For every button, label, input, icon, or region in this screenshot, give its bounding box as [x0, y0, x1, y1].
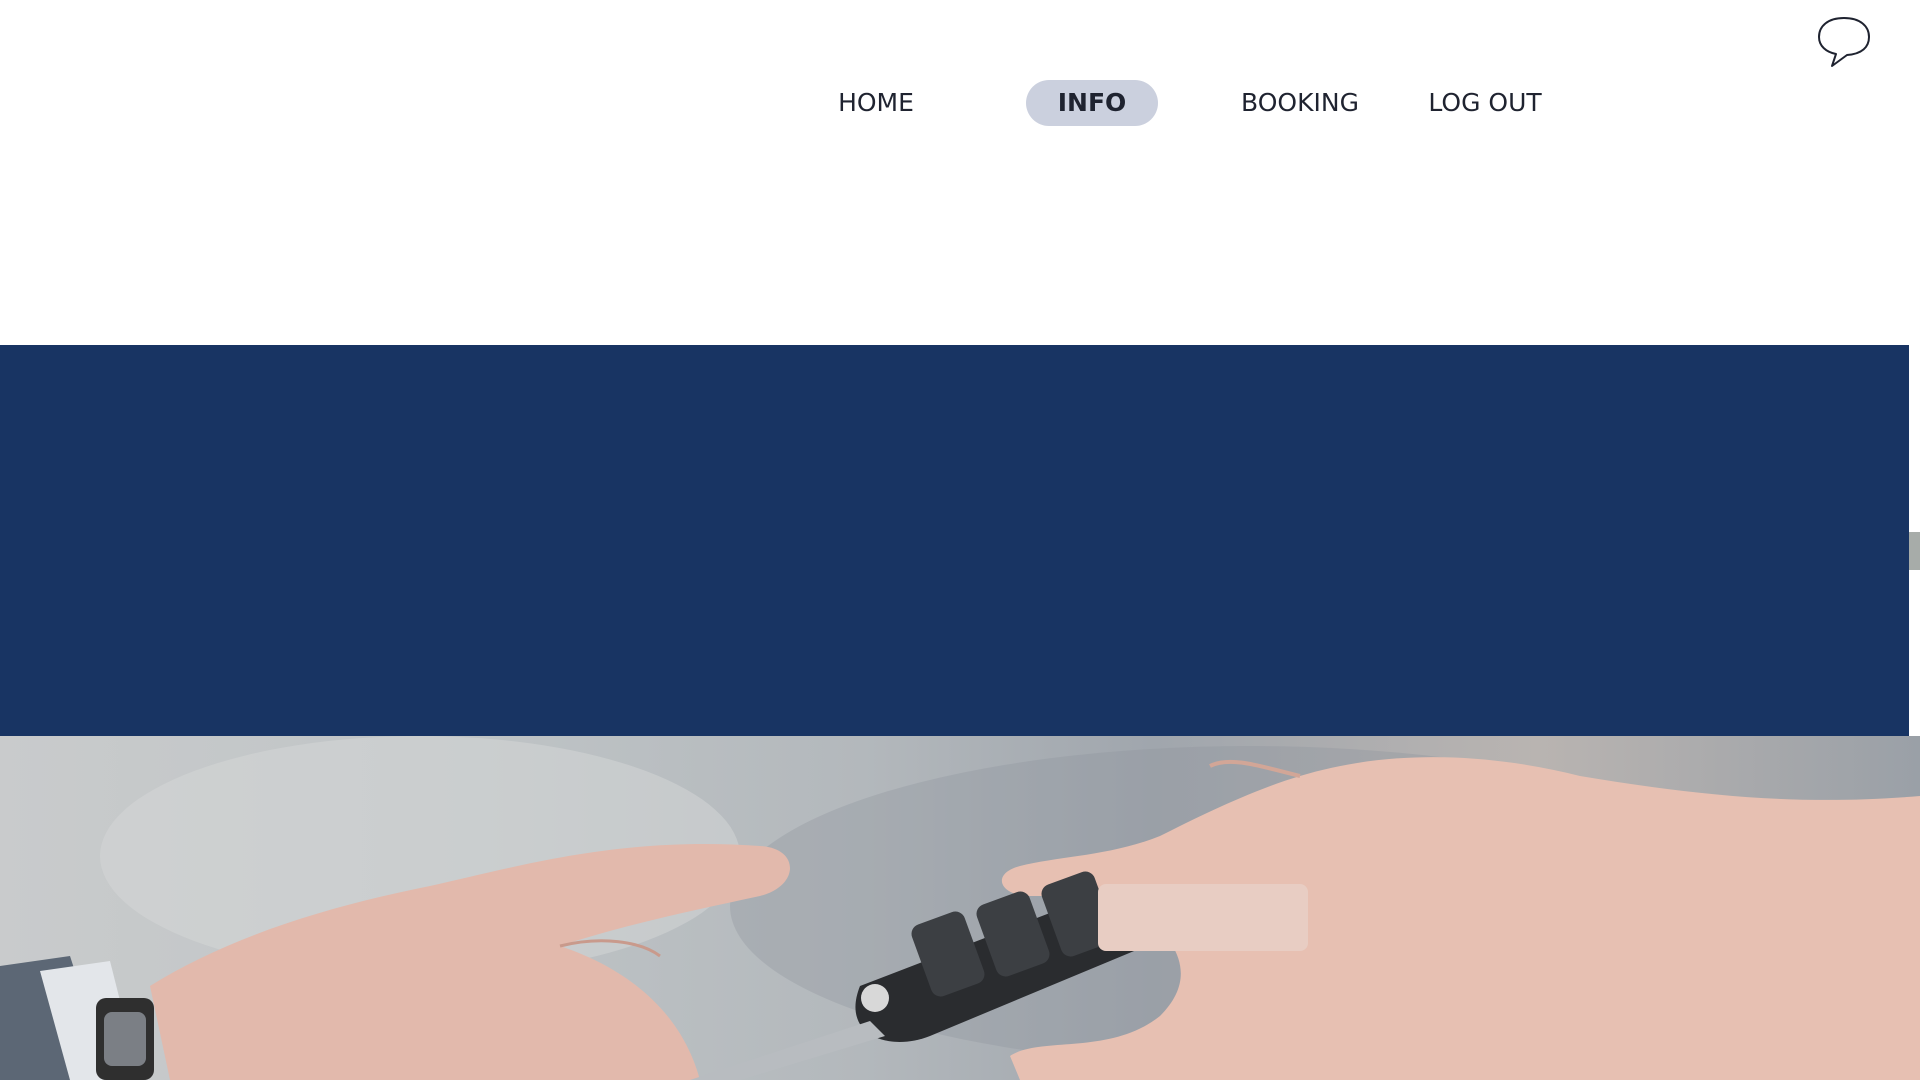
edge-image-sliver — [1909, 532, 1920, 570]
nav-booking[interactable]: BOOKING — [1240, 80, 1360, 126]
chat-button[interactable] — [1814, 14, 1874, 72]
speech-bubble-icon — [1818, 17, 1870, 67]
hero-cta-button[interactable] — [1098, 884, 1308, 951]
nav-info[interactable]: INFO — [1026, 80, 1158, 126]
hero-band — [0, 345, 1909, 736]
hero-photo — [0, 736, 1920, 1080]
main-nav: HOME INFO BOOKING LOG OUT — [0, 80, 1920, 130]
page: HOME INFO BOOKING LOG OUT — [0, 0, 1920, 1080]
car-key-handover-illustration — [0, 736, 1920, 1080]
nav-log-out[interactable]: LOG OUT — [1428, 80, 1542, 126]
nav-home[interactable]: HOME — [836, 80, 916, 126]
